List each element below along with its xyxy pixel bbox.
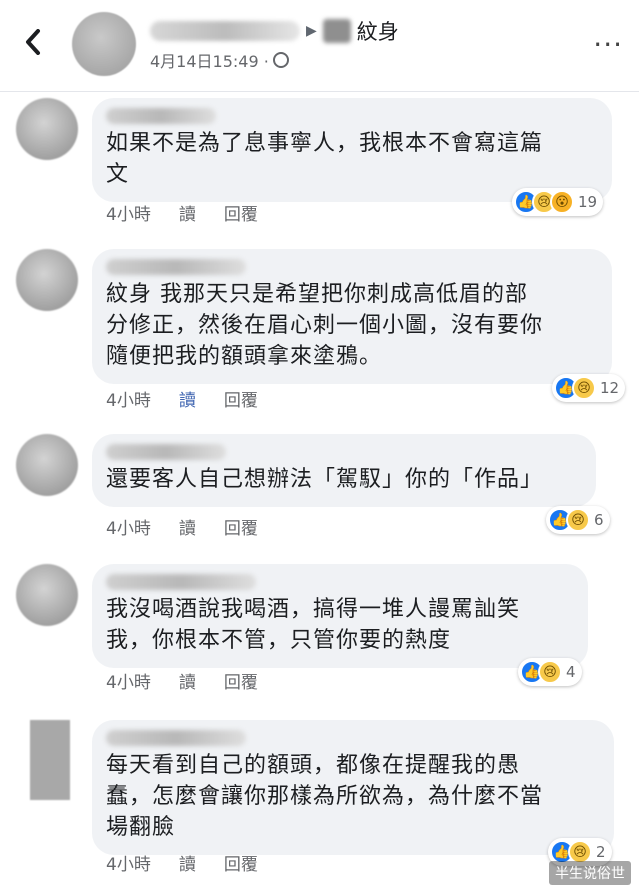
comment-text: 每天看到自己的額頭，都像在提醒我的愚 蠢，怎麼會讓你那樣為所欲為，為什麼不當 場… [106,753,544,840]
commenter-avatar[interactable] [16,98,78,160]
redacted-author [106,444,226,460]
comment-meta: 4小時 讀 回覆 [106,850,258,875]
reply-link[interactable]: 回覆 [224,668,258,693]
commenter-avatar[interactable] [30,720,70,800]
wow-reaction-icon: 😮 [550,190,574,214]
comment-time[interactable]: 4小時 [106,386,151,411]
read-link[interactable]: 讀 [179,850,196,875]
redacted-author [106,108,216,124]
comment-text: 還要客人自己想辦法「駕馭」你的「作品」 [106,467,544,492]
reply-link[interactable]: 回覆 [224,850,258,875]
post-header: ▶ 紋身 4月14日15:49 · ··· [0,0,639,92]
more-options-icon[interactable]: ··· [593,28,623,61]
arrow-right-icon: ▶ [306,23,317,39]
reply-link[interactable]: 回覆 [224,200,258,225]
reaction-summary[interactable]: 👍 😢 12 [552,374,626,402]
reaction-count: 4 [566,663,576,681]
watermark: 半生说俗世 [549,861,631,885]
post-timestamp[interactable]: 4月14日15:49 · [150,48,289,72]
comment-bubble[interactable]: 還要客人自己想辦法「駕馭」你的「作品」 [92,434,596,507]
comment-meta: 4小時 讀 回覆 [106,200,258,225]
poster-name[interactable]: ▶ 紋身 [150,16,399,46]
reply-link[interactable]: 回覆 [224,386,258,411]
globe-icon [272,52,289,68]
reaction-count: 12 [600,379,620,397]
reaction-summary[interactable]: 👍 😢 😮 19 [512,188,604,216]
redacted-author [106,730,246,746]
reaction-count: 6 [594,511,604,529]
read-link[interactable]: 讀 [179,386,196,411]
comment-bubble[interactable]: 每天看到自己的額頭，都像在提醒我的愚 蠢，怎麼會讓你那樣為所欲為，為什麼不當 場… [92,720,614,855]
reaction-count: 19 [578,193,598,211]
comment-bubble[interactable]: 我沒喝酒說我喝酒，搞得一堆人謾罵訕笑 我，你根本不管，只管你要的熱度 [92,564,588,668]
comment-meta: 4小時 讀 回覆 [106,514,258,539]
redacted-author [106,574,256,590]
poster-avatar[interactable] [72,12,136,76]
read-link[interactable]: 讀 [179,668,196,693]
comment-text: 如果不是為了息事寧人，我根本不會寫這篇 文 [106,131,544,187]
comment-time[interactable]: 4小時 [106,850,151,875]
page-name-suffix: 紋身 [356,20,399,44]
read-link[interactable]: 讀 [179,514,196,539]
commenter-avatar[interactable] [16,564,78,626]
redacted-author [106,259,246,275]
read-link[interactable]: 讀 [179,200,196,225]
sad-reaction-icon: 😢 [566,508,590,532]
comment-text: 紋身 我那天只是希望把你刺成高低眉的部 分修正，然後在眉心刺一個小圖，沒有要你 … [106,282,544,369]
sad-reaction-icon: 😢 [572,376,596,400]
reaction-count: 2 [596,843,606,861]
comment-meta: 4小時 讀 回覆 [106,668,258,693]
reaction-summary[interactable]: 👍 😢 4 [518,658,582,686]
comment-bubble[interactable]: 如果不是為了息事寧人，我根本不會寫這篇 文 [92,98,612,202]
comment-text: 我沒喝酒說我喝酒，搞得一堆人謾罵訕笑 我，你根本不管，只管你要的熱度 [106,597,521,653]
reply-link[interactable]: 回覆 [224,514,258,539]
redacted-name [150,21,300,41]
comment-time[interactable]: 4小時 [106,514,151,539]
commenter-avatar[interactable] [16,434,78,496]
back-arrow-icon[interactable] [18,22,48,62]
comment-time[interactable]: 4小時 [106,668,151,693]
redacted-page-name [322,19,351,43]
comment-time[interactable]: 4小時 [106,200,151,225]
sad-reaction-icon: 😢 [538,660,562,684]
commenter-avatar[interactable] [16,249,78,311]
comment-bubble[interactable]: 紋身 我那天只是希望把你刺成高低眉的部 分修正，然後在眉心刺一個小圖，沒有要你 … [92,249,612,384]
reaction-summary[interactable]: 👍 😢 6 [546,506,610,534]
comment-meta: 4小時 讀 回覆 [106,386,258,411]
